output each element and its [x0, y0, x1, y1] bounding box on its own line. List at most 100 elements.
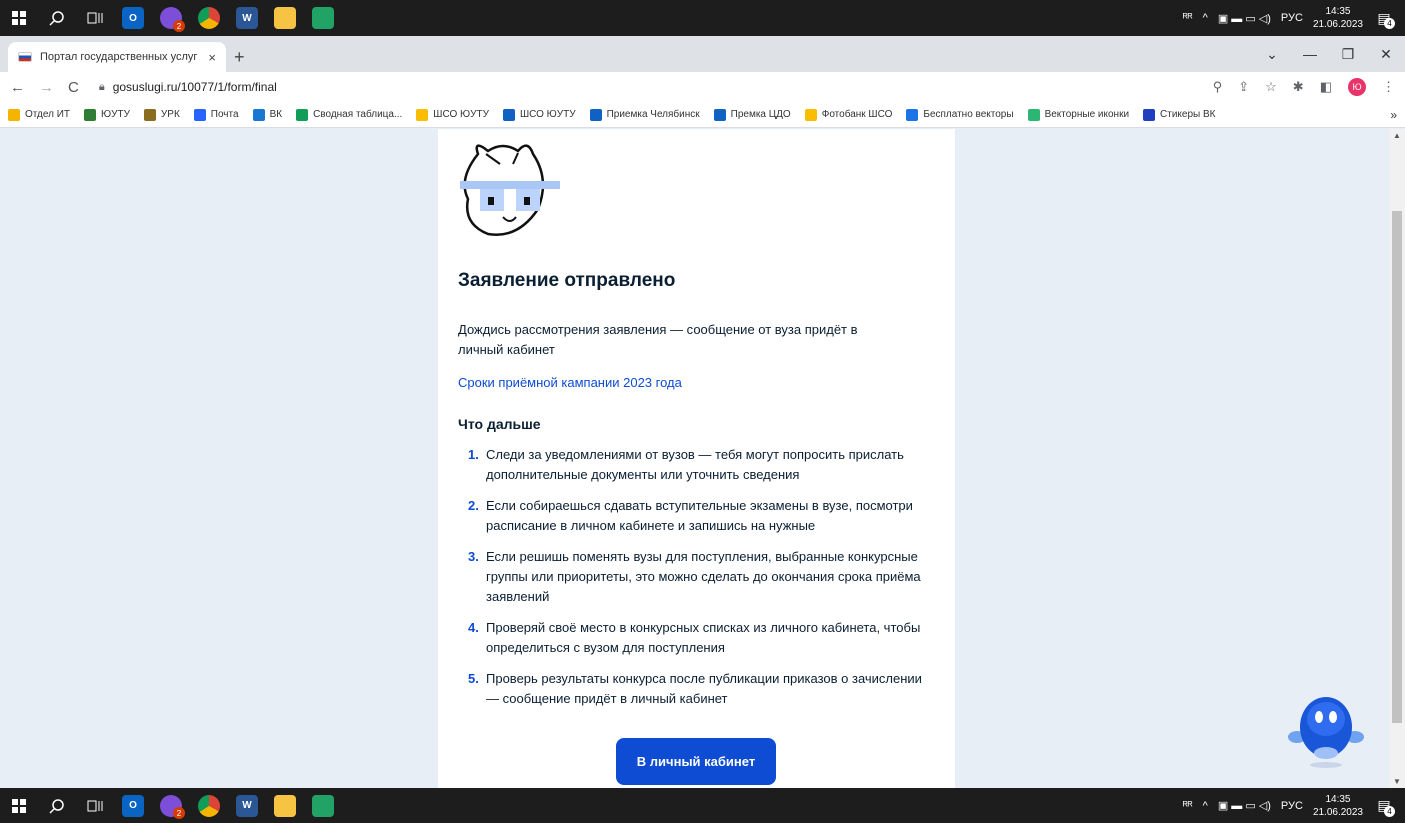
bookmark-item[interactable]: ШСО ЮУТУ	[416, 108, 489, 121]
bookmark-item[interactable]: Приемка Челябинск	[589, 108, 700, 121]
bookmark-label: ШСО ЮУТУ	[519, 109, 576, 120]
bookmark-item[interactable]: ШСО ЮУТУ	[502, 108, 576, 121]
word-icon[interactable]: W	[228, 0, 266, 36]
profile-avatar[interactable]: Ю	[1348, 78, 1366, 96]
personal-cabinet-button[interactable]: В личный кабинет	[616, 738, 776, 785]
bookmark-item[interactable]: Премка ЦДО	[713, 108, 791, 121]
page-scrollbar[interactable]: ▲ ▼	[1389, 129, 1405, 788]
bookmark-item[interactable]: Сводная таблица...	[296, 108, 402, 121]
restore-icon[interactable]: ❐	[1329, 46, 1367, 63]
tab-gosuslugi[interactable]: Портал государственных услуг ×	[8, 42, 226, 72]
bookmark-label: Фотобанк ШСО	[821, 109, 893, 120]
chrome-icon[interactable]	[190, 788, 228, 823]
bookmark-star-icon[interactable]: ☆	[1265, 79, 1277, 95]
forward-icon[interactable]: →	[39, 79, 54, 96]
sidepanel-icon[interactable]: ◧	[1320, 79, 1332, 95]
user-icon[interactable]: ᴿᴿ	[1183, 12, 1193, 24]
viber-icon[interactable]: 2	[152, 788, 190, 823]
bookmark-item[interactable]: Стикеры ВК	[1143, 108, 1216, 121]
pen-app-icon[interactable]	[304, 788, 342, 823]
bookmark-item[interactable]: Отдел ИТ	[8, 108, 70, 121]
page-title: Заявление отправлено	[458, 270, 676, 291]
task-view-icon[interactable]	[76, 788, 114, 823]
viber-badge: 2	[173, 20, 185, 32]
admission-dates-link[interactable]: Сроки приёмной кампании 2023 года	[458, 375, 682, 390]
bookmark-favicon-icon	[252, 108, 265, 121]
bookmark-item[interactable]: ЮУТУ	[84, 108, 130, 121]
notifications-icon[interactable]: ▤ 4	[1373, 795, 1395, 817]
bookmark-favicon-icon	[416, 108, 429, 121]
notifications-icon[interactable]: ▤ 4	[1373, 7, 1395, 29]
new-tab-button[interactable]: +	[234, 42, 245, 72]
extensions-icon[interactable]: ✱	[1293, 79, 1304, 95]
url-field[interactable]: 🔒︎ gosuslugi.ru/10077/1/form/final	[93, 74, 1199, 100]
outlook-icon[interactable]: O	[114, 0, 152, 36]
search-icon[interactable]	[38, 788, 76, 823]
url-text: gosuslugi.ru/10077/1/form/final	[112, 80, 277, 94]
list-item: 2. Если собираешься сдавать вступительные…	[468, 498, 913, 533]
file-explorer-icon[interactable]	[266, 788, 304, 823]
chrome-icon[interactable]	[190, 0, 228, 36]
scroll-up-icon[interactable]: ▲	[1393, 131, 1401, 140]
word-icon[interactable]: W	[228, 788, 266, 823]
list-item: 5. Проверь результаты конкурса после публ…	[468, 671, 922, 706]
tab-close-icon[interactable]: ×	[208, 50, 216, 65]
share-icon[interactable]: ⇪	[1238, 79, 1249, 95]
bookmark-favicon-icon	[84, 108, 96, 121]
bookmark-favicon-icon	[713, 108, 726, 121]
clock[interactable]: 14:35 21.06.2023	[1313, 5, 1363, 31]
pen-app-icon[interactable]	[304, 0, 342, 36]
reload-icon[interactable]: C	[68, 79, 79, 96]
taskbar-bottom: O 2 W ᴿᴿ ^ ▣ ▬ ▭ ◁) РУС 14:35 21.06.2023…	[0, 788, 1405, 823]
favicon-flag-icon	[18, 52, 32, 62]
chevron-up-icon[interactable]: ^	[1203, 12, 1208, 24]
list-item: 4. Проверяй своё место в конкурсных списк…	[468, 620, 921, 655]
back-icon[interactable]: ←	[10, 79, 25, 96]
bookmark-item[interactable]: УРК	[143, 108, 180, 121]
language-indicator[interactable]: РУС	[1281, 12, 1303, 24]
clock-date: 21.06.2023	[1312, 806, 1363, 818]
bookmark-item[interactable]: ВК	[252, 108, 283, 121]
task-view-icon[interactable]	[76, 0, 114, 36]
bookmark-item[interactable]: Бесплатно векторы	[906, 108, 1014, 121]
bookmark-favicon-icon	[804, 108, 817, 121]
viber-badge: 2	[173, 807, 185, 819]
scrollbar-thumb[interactable]	[1392, 211, 1402, 723]
clock-time: 14:35	[1325, 6, 1351, 17]
tray-icons[interactable]: ▣ ▬ ▭ ◁)	[1218, 799, 1271, 812]
viber-icon[interactable]: 2	[152, 0, 190, 36]
bookmarks-more-icon[interactable]: »	[1390, 108, 1397, 122]
list-item: 3. Если решишь поменять вузы для поступле…	[468, 549, 921, 604]
search-icon[interactable]	[38, 0, 76, 36]
chevron-up-icon[interactable]: ^	[1203, 800, 1208, 812]
windows-start-icon[interactable]	[0, 0, 38, 36]
bookmark-label: Премка ЦДО	[730, 109, 791, 120]
bookmark-item[interactable]: Фотобанк ШСО	[804, 108, 893, 121]
tab-title: Портал государственных услуг	[40, 51, 198, 63]
bookmark-label: ВК	[269, 109, 283, 120]
notifications-count: 4	[1384, 18, 1395, 29]
user-icon[interactable]: ᴿᴿ	[1183, 800, 1193, 812]
bookmark-favicon-icon	[8, 108, 20, 121]
tray-icons[interactable]: ▣ ▬ ▭ ◁)	[1218, 12, 1271, 25]
minimize-icon[interactable]: —	[1291, 46, 1329, 62]
file-explorer-icon[interactable]	[266, 0, 304, 36]
bookmark-label: Векторные иконки	[1044, 109, 1130, 120]
next-steps-title: Что дальше	[458, 416, 541, 432]
clock[interactable]: 14:35 21.06.2023	[1313, 793, 1363, 819]
outlook-icon[interactable]: O	[114, 788, 152, 823]
bookmark-label: ЮУТУ	[101, 109, 130, 120]
language-indicator[interactable]: РУС	[1281, 800, 1303, 812]
menu-icon[interactable]: ⋮	[1382, 79, 1395, 95]
scroll-down-icon[interactable]: ▼	[1393, 777, 1401, 786]
bookmark-item[interactable]: Почта	[193, 108, 239, 121]
windows-start-icon[interactable]	[0, 788, 38, 823]
tab-bar: Портал государственных услуг × + ⌄ — ❐ ✕	[0, 36, 1405, 72]
window-controls: ⌄ — ❐ ✕	[1253, 36, 1405, 72]
zoom-icon[interactable]: ⚲	[1213, 79, 1223, 95]
notifications-count: 4	[1384, 805, 1395, 817]
tab-search-icon[interactable]: ⌄	[1253, 46, 1291, 63]
robot-assistant-icon[interactable]	[1287, 689, 1365, 771]
bookmark-item[interactable]: Векторные иконки	[1027, 108, 1130, 121]
close-window-icon[interactable]: ✕	[1367, 46, 1405, 63]
